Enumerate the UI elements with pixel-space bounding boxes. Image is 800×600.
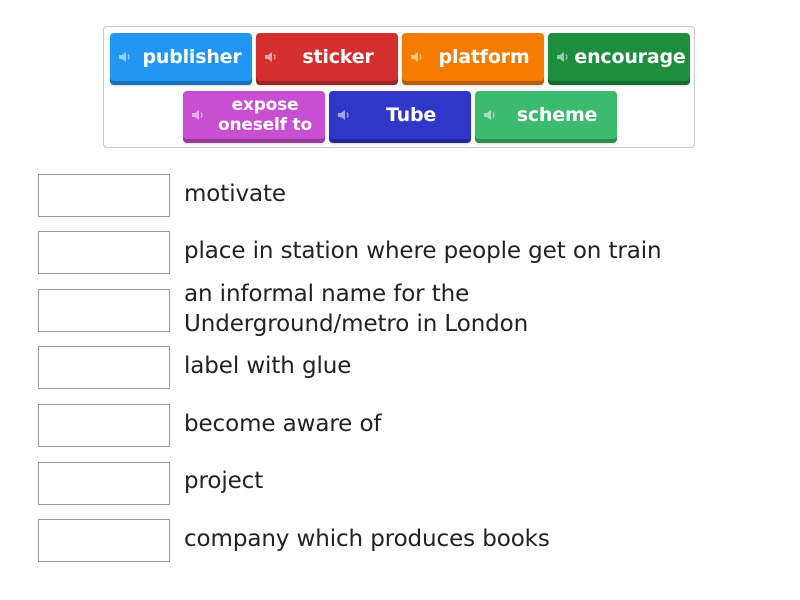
answer-slot-2[interactable]: [38, 231, 170, 274]
word-bank: publisher sticker platform encourage exp…: [103, 26, 695, 148]
word-tile-label: sticker: [302, 46, 374, 68]
word-tile-label: scheme: [516, 104, 598, 126]
answer-slot-5[interactable]: [38, 404, 170, 447]
definition-3: an informal name for the Underground/met…: [184, 281, 529, 337]
answer-slot-4[interactable]: [38, 346, 170, 389]
word-tile-label: platform: [438, 46, 530, 68]
word-tile-label: encourage: [574, 46, 686, 68]
word-tile-label: expose oneself to: [218, 95, 312, 135]
definition-2: place in station where people get on tra…: [184, 238, 662, 264]
answer-slot-6[interactable]: [38, 462, 170, 505]
word-tile-tube[interactable]: Tube: [329, 91, 471, 143]
word-tile-platform[interactable]: platform: [402, 33, 544, 85]
definition-7: company which produces books: [184, 526, 550, 552]
match-up-activity: publisher sticker platform encourage exp…: [0, 0, 800, 600]
definition-1: motivate: [184, 181, 286, 207]
speaker-icon[interactable]: [484, 109, 498, 121]
speaker-icon[interactable]: [265, 51, 279, 63]
definition-4: label with glue: [184, 353, 352, 379]
word-tile-expose-oneself-to[interactable]: expose oneself to: [183, 91, 325, 143]
speaker-icon[interactable]: [192, 109, 206, 121]
speaker-icon[interactable]: [557, 51, 571, 63]
word-tile-scheme[interactable]: scheme: [475, 91, 617, 143]
answer-slot-7[interactable]: [38, 519, 170, 562]
word-tile-sticker[interactable]: sticker: [256, 33, 398, 85]
word-tile-publisher[interactable]: publisher: [110, 33, 252, 85]
answer-slot-1[interactable]: [38, 174, 170, 217]
speaker-icon[interactable]: [411, 51, 425, 63]
definition-6: project: [184, 468, 264, 494]
speaker-icon[interactable]: [338, 109, 352, 121]
definition-5: become aware of: [184, 411, 382, 437]
word-tile-label: Tube: [385, 104, 437, 126]
speaker-icon[interactable]: [119, 51, 133, 63]
word-tile-encourage[interactable]: encourage: [548, 33, 690, 85]
word-tile-label: publisher: [142, 46, 242, 68]
answer-slot-3[interactable]: [38, 289, 170, 332]
